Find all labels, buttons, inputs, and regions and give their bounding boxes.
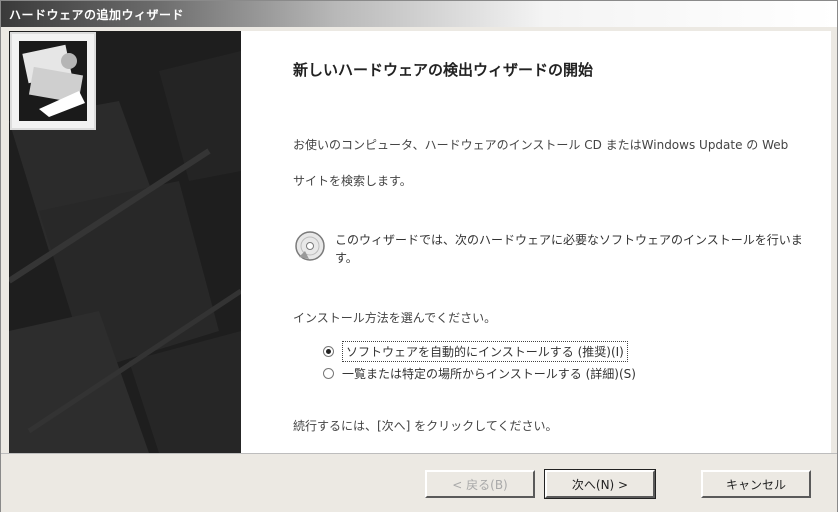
title-bar[interactable]: ハードウェアの追加ウィザード	[1, 1, 837, 27]
option-auto-label: ソフトウェアを自動的にインストールする (推奨)(I)	[342, 341, 628, 362]
wizard-window: ハードウェアの追加ウィザード 新しいハードウェアの検出ウィザードの開始 お使いの…	[0, 0, 838, 512]
option-manual-label: 一覧または特定の場所からインストールする (詳細)(S)	[342, 367, 636, 381]
wizard-content: 新しいハードウェアの検出ウィザードの開始 お使いのコンピュータ、ハードウェアのイ…	[241, 31, 831, 453]
wizard-side-banner	[9, 31, 241, 453]
radio-manual-install[interactable]	[323, 368, 334, 379]
cd-disc-icon	[295, 231, 325, 261]
intro-paragraph: お使いのコンピュータ、ハードウェアのインストール CD またはWindows U…	[293, 138, 789, 188]
hardware-wizard-icon	[10, 32, 96, 130]
cancel-button[interactable]: キャンセル	[701, 470, 811, 498]
option-manual-install[interactable]: 一覧または特定の場所からインストールする (詳細)(S)	[323, 365, 636, 382]
radio-auto-install[interactable]	[323, 346, 334, 357]
continue-note: 続行するには、[次へ] をクリックしてください。	[293, 419, 558, 433]
button-bar: < 戻る(B) 次へ(N) > キャンセル	[1, 453, 837, 512]
next-button[interactable]: 次へ(N) >	[544, 469, 656, 499]
back-button[interactable]: < 戻る(B)	[425, 470, 535, 498]
option-auto-install[interactable]: ソフトウェアを自動的にインストールする (推奨)(I)	[323, 341, 628, 362]
window-title: ハードウェアの追加ウィザード	[9, 8, 185, 22]
install-question: インストール方法を選んでください。	[293, 311, 497, 325]
page-heading: 新しいハードウェアの検出ウィザードの開始	[293, 61, 594, 79]
info-message: このウィザードでは、次のハードウェアに必要なソフトウェアのインストールを行います…	[335, 233, 803, 265]
